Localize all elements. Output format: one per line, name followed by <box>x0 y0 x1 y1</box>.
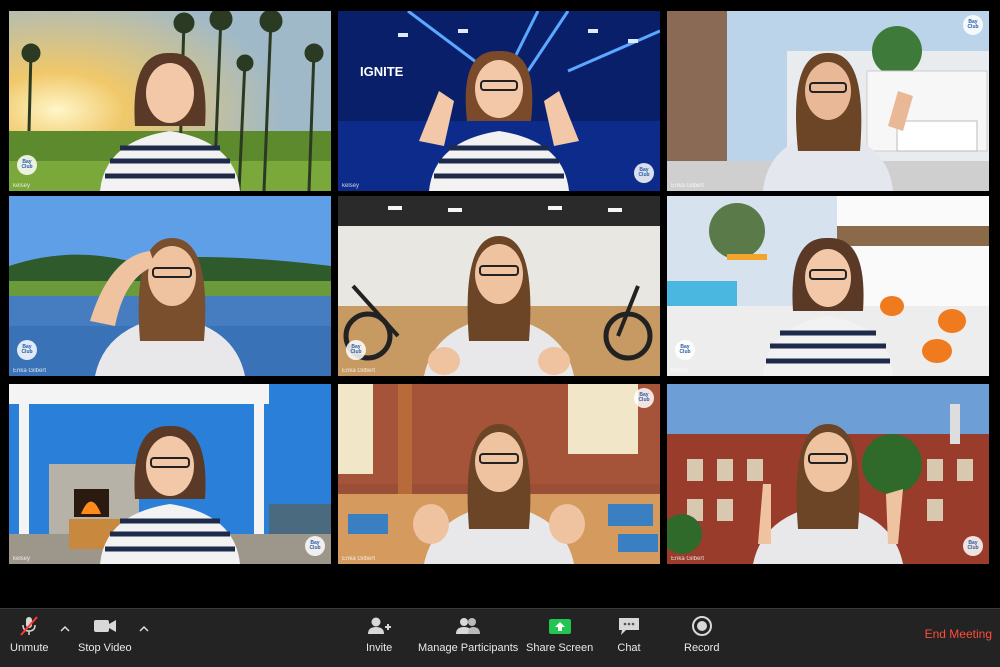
participant-name: Erika Gilbert <box>13 368 47 374</box>
participant-video <box>90 238 245 376</box>
bay-club-logo: Bay Club <box>675 340 695 360</box>
participant-tile[interactable]: Erika Gilbert Bay Club <box>338 196 660 376</box>
gym-sign: IGNITE <box>360 64 404 79</box>
bay-club-logo: Bay Club <box>346 340 366 360</box>
share-screen-label: Share Screen <box>526 642 594 654</box>
participant-video <box>763 237 893 376</box>
manage-participants-label: Manage Participants <box>418 642 519 654</box>
share-screen-button[interactable]: Share Screen <box>526 615 593 654</box>
participant-tile[interactable]: Erika Gilbert Bay Club <box>338 384 660 564</box>
bay-club-logo: Bay Club <box>634 388 654 408</box>
bay-club-logo: Bay Club <box>963 536 983 556</box>
bay-club-logo: Bay Club <box>17 340 37 360</box>
participant-tile[interactable]: Erika Gilbert Bay Club <box>667 11 989 191</box>
participant-name: kelsey <box>13 183 31 189</box>
unmute-button[interactable]: Unmute <box>10 615 49 654</box>
meeting-toolbar: Unmute Stop Video Invite Manage Particip… <box>0 608 1000 667</box>
participant-tile[interactable]: kelsey Bay Club <box>9 384 331 564</box>
chevron-up-icon[interactable] <box>138 623 150 635</box>
record-label: Record <box>684 642 720 654</box>
bay-club-logo: Bay Club <box>305 536 325 556</box>
participant-name: Erika Gilbert <box>342 368 376 374</box>
bay-club-logo: Bay Club <box>17 155 37 175</box>
unmute-label: Unmute <box>10 642 49 654</box>
stop-video-button[interactable]: Stop Video <box>78 615 132 654</box>
participant-name: Erika Gilbert <box>671 556 705 562</box>
participant-tile[interactable]: Erika Gilbert Bay Club <box>9 196 331 376</box>
microphone-muted-icon <box>16 615 42 637</box>
bay-club-logo: Bay Club <box>634 163 654 183</box>
add-person-icon <box>366 615 392 637</box>
participant-name: kelsey <box>13 556 31 562</box>
participant-video <box>763 52 913 191</box>
invite-button[interactable]: Invite <box>366 615 392 654</box>
participant-video <box>419 50 579 191</box>
participant-tile[interactable]: IGNITE kelsey Bay Club <box>338 11 660 191</box>
chat-button[interactable]: Chat <box>616 615 642 654</box>
participant-video <box>100 52 240 191</box>
participant-video <box>753 424 903 564</box>
participant-tile[interactable]: Erika Gilbert Bay Club <box>667 384 989 564</box>
participant-name: Erika Gilbert <box>671 183 705 189</box>
participant-video <box>424 236 574 376</box>
participant-tile[interactable]: kelsey Bay Club <box>9 11 331 191</box>
participant-video <box>100 425 240 564</box>
record-icon <box>689 615 715 637</box>
share-screen-icon <box>547 615 573 637</box>
participant-tile[interactable]: kelsey Bay Club <box>667 196 989 376</box>
chat-label: Chat <box>617 642 641 654</box>
invite-label: Invite <box>366 642 393 654</box>
manage-participants-button[interactable]: Manage Participants <box>418 615 518 654</box>
participant-name: kelsey <box>671 368 689 374</box>
bay-club-logo: Bay Club <box>963 15 983 35</box>
participant-name: kelsey <box>342 183 360 189</box>
video-gallery: kelsey Bay Club IGNITE kelsey Bay Club E… <box>0 0 1000 608</box>
participant-video <box>413 424 585 564</box>
chat-bubble-icon <box>616 615 642 637</box>
stop-video-label: Stop Video <box>78 642 132 654</box>
participant-name: Erika Gilbert <box>342 556 376 562</box>
video-camera-icon <box>92 615 118 637</box>
participants-icon <box>455 615 481 637</box>
chevron-up-icon[interactable] <box>59 623 71 635</box>
end-meeting-button[interactable]: End Meeting <box>925 627 992 641</box>
record-button[interactable]: Record <box>684 615 719 654</box>
